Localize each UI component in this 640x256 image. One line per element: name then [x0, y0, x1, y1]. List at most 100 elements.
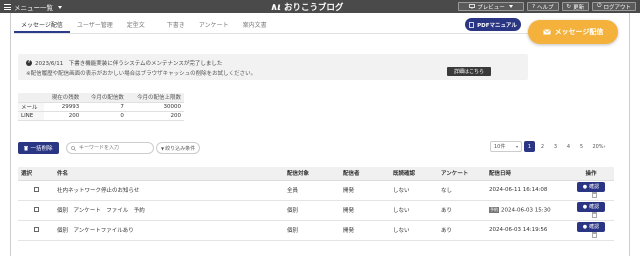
row-datetime-value: 2024-06-03 15:30 [501, 207, 551, 214]
page-button-4[interactable]: 4 [563, 141, 574, 152]
confirm-label: 確認 [589, 204, 600, 211]
page-button-5[interactable]: 5 [576, 141, 587, 152]
row-read-check: しない [390, 180, 438, 201]
filter-label: 絞り込み条件 [165, 145, 196, 152]
help-button[interactable]: ? ヘルプ [527, 2, 559, 11]
confirm-button[interactable]: ● 確認 [577, 221, 605, 232]
tab-user-management[interactable]: ユーザー管理 [70, 21, 120, 33]
stats-row-mail: メール 29993 7 30000 [18, 102, 184, 112]
scheduled-badge: 予約 [489, 206, 499, 213]
search-icon [71, 145, 76, 151]
monitor-icon [469, 4, 476, 9]
row-subject: 個別 アンケート ファイル 予約 [54, 200, 284, 221]
app-logo: ∧ι おりこうブログ [270, 1, 343, 14]
help-icon: ? [532, 3, 535, 10]
stats-cell: 200 [126, 111, 184, 121]
page-button-2[interactable]: 2 [537, 141, 548, 152]
col-datetime: 配信日時 [486, 167, 568, 181]
row-sender: 開発 [340, 220, 390, 241]
tab-message-delivery[interactable]: メッセージ配信 [14, 21, 70, 33]
trash-icon [24, 145, 29, 150]
confirm-button[interactable]: ● 確認 [577, 201, 605, 212]
row-read-check: しない [390, 220, 438, 241]
power-icon: ⏻ [597, 3, 602, 9]
row-checkbox[interactable] [33, 186, 39, 192]
row-checkbox[interactable] [33, 206, 39, 212]
chevron-down-icon [508, 5, 513, 8]
row-survey: あり [438, 220, 486, 241]
col-survey: アンケート [438, 167, 486, 181]
table-row: 個別 アンケートファイルあり 個別 開発 しない あり 2024-06-03 1… [18, 220, 614, 241]
row-read-check: しない [390, 200, 438, 221]
pdf-manual-button[interactable]: PDFマニュアル [465, 18, 521, 31]
chat-icon: ● [582, 223, 588, 230]
menu-button[interactable]: メニュー一覧 [4, 2, 62, 12]
list-header-row: 選択 件名 配信対象 配信者 既読確認 アンケート 配信日時 操作 [18, 167, 614, 181]
stats-header-blank [18, 93, 44, 103]
notice-detail-button[interactable]: 詳細はこちら [447, 67, 491, 76]
hamburger-icon [4, 4, 11, 10]
trash-icon[interactable] [591, 231, 597, 238]
stats-cell: 7 [82, 102, 127, 112]
trash-icon[interactable] [591, 211, 597, 218]
row-checkbox[interactable] [33, 226, 39, 232]
logout-label: ログアウト [603, 4, 631, 11]
confirm-label: 確認 [589, 224, 600, 231]
table-row: 社内ネットワーク停止のお知らせ 全員 開発 しない なし 2024-06-11 … [18, 180, 614, 201]
stats-row-line: LINE 200 0 200 [18, 111, 184, 121]
row-target: 個別 [284, 200, 340, 221]
help-label: ヘルプ [536, 4, 554, 11]
tab-divider [14, 33, 614, 34]
envelope-icon [542, 29, 551, 35]
search-box [66, 142, 154, 154]
row-datetime: 予約 2024-06-03 15:30 [486, 200, 568, 221]
col-select: 選択 [18, 167, 54, 181]
row-survey: なし [438, 180, 486, 201]
top-bar: メニュー一覧 ∧ι おりこうブログ プレビュー ? ヘルプ ↻ 更新 ⏻ ログア… [0, 0, 640, 13]
chat-icon: ● [582, 183, 588, 190]
confirm-label: 確認 [589, 184, 600, 191]
row-sender: 開発 [340, 180, 390, 201]
message-send-label: メッセージ配信 [554, 28, 604, 36]
row-target: 全員 [284, 180, 340, 201]
bulk-delete-button[interactable]: 一括削除 [18, 142, 59, 154]
document-icon [469, 21, 475, 28]
col-sender: 配信者 [340, 167, 390, 181]
refresh-button[interactable]: ↻ 更新 [561, 2, 590, 11]
chevron-down-icon [58, 5, 62, 9]
tab-bar: メッセージ配信 ユーザー管理 定型文 下書き アンケート 案内文書 [14, 21, 274, 33]
tab-guide-documents[interactable]: 案内文書 [236, 21, 274, 33]
search-input[interactable] [79, 145, 149, 151]
pagination: 1 2 3 4 5 20% › [524, 141, 609, 152]
message-list-table: 選択 件名 配信対象 配信者 既読確認 アンケート 配信日時 操作 社内ネットワ… [18, 167, 614, 241]
row-subject: 社内ネットワーク停止のお知らせ [54, 180, 284, 201]
chevron-right-icon: › [603, 143, 606, 150]
col-read-check: 既読確認 [390, 167, 438, 181]
row-sender: 開発 [340, 200, 390, 221]
chevron-down-icon: ▼ [161, 145, 165, 151]
row-subject: 個別 アンケートファイルあり [54, 220, 284, 241]
preview-button[interactable]: プレビュー [458, 2, 525, 11]
row-survey: あり [438, 200, 486, 221]
stats-cell: 200 [44, 111, 83, 121]
confirm-button[interactable]: ● 確認 [577, 181, 605, 192]
menu-label: メニュー一覧 [14, 4, 53, 12]
logout-button[interactable]: ⏻ ログアウト [592, 2, 636, 11]
col-actions: 操作 [568, 167, 614, 181]
per-page-select[interactable]: 10件 [490, 141, 522, 152]
tab-survey[interactable]: アンケート [192, 21, 236, 33]
stats-row-label: メール [18, 102, 44, 112]
notice-line-1: 2023/6/11 下書き機能実装に伴うシステムのメンテナンスが完了しました [35, 61, 223, 67]
tab-templates[interactable]: 定型文 [120, 21, 152, 33]
logo-mark-icon: ∧ι [270, 1, 281, 13]
stats-header-monthly-limit: 今月の配信上限数 [126, 93, 184, 103]
filter-button[interactable]: ▼ 絞り込み条件 [156, 142, 201, 154]
message-send-button[interactable]: メッセージ配信 [528, 20, 618, 44]
page-next-button[interactable]: 20% › [589, 141, 609, 152]
page-button-3[interactable]: 3 [550, 141, 561, 152]
stats-cell: 29993 [44, 102, 83, 112]
page-button-1[interactable]: 1 [524, 141, 535, 152]
trash-icon[interactable] [591, 191, 597, 198]
col-subject: 件名 [54, 167, 284, 181]
tab-drafts[interactable]: 下書き [160, 21, 192, 33]
